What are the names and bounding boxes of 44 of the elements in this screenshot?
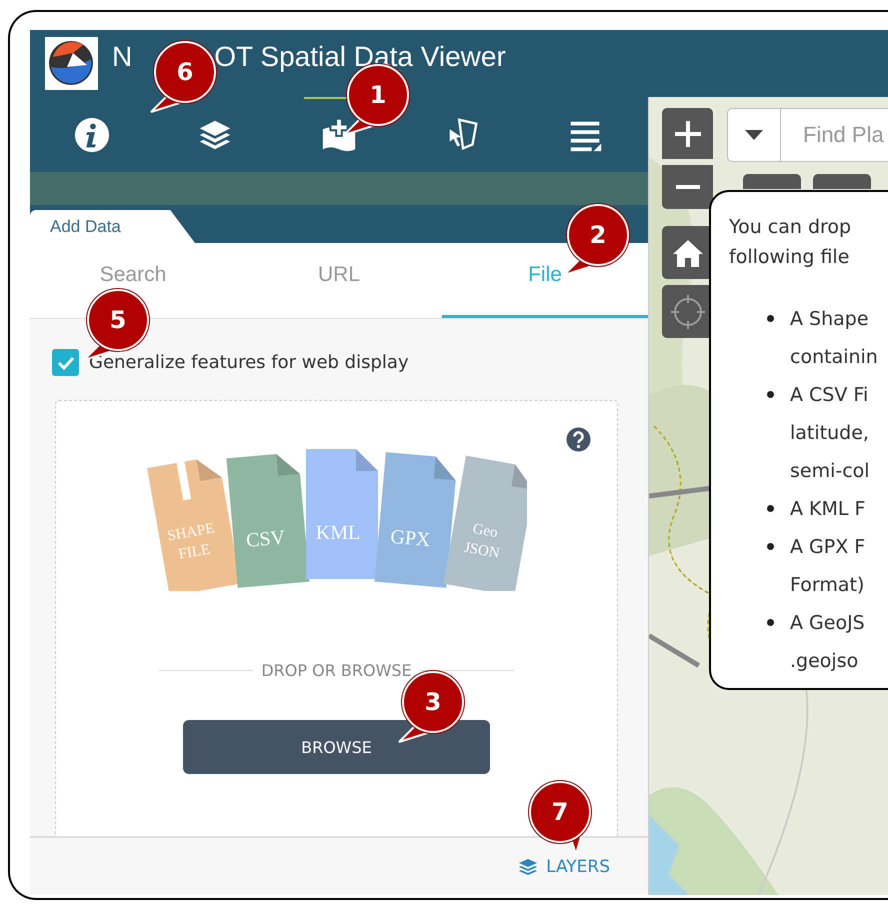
file-type-label: GPX (389, 526, 431, 552)
tooltip-text: semi-col (790, 459, 870, 484)
layers-link[interactable]: LAYERS (518, 856, 610, 876)
tooltip-text: containin (790, 345, 878, 370)
crosshair-icon (670, 294, 704, 328)
bullet-icon (767, 315, 774, 322)
file-type-label: KML (315, 522, 360, 544)
file-type-label: Geo JSON (462, 521, 500, 562)
app-title: N (112, 41, 132, 73)
checkbox-label: Generalize features for web display (89, 352, 409, 373)
caret-icon (745, 130, 763, 140)
layers-icon (518, 858, 538, 876)
help-icon[interactable] (566, 427, 591, 452)
plus-icon (672, 118, 702, 148)
bullet-icon (767, 543, 774, 550)
tooltip-text: latitude, (790, 421, 870, 446)
tooltip-text: You can drop (729, 215, 852, 240)
info-icon (72, 116, 111, 154)
tooltip-text: A GPX F (790, 535, 866, 560)
browse-button[interactable]: BROWSE (183, 720, 490, 774)
tooltip-text: A GeoJS (790, 611, 865, 636)
tooltip-text: .geojso (790, 649, 860, 674)
minus-icon (676, 185, 700, 189)
tooltip-text: Format) (790, 573, 866, 598)
search-source-dropdown[interactable] (727, 108, 781, 162)
home-icon (672, 238, 704, 268)
panel-title-tab[interactable]: Add Data (30, 210, 195, 243)
tooltip-text: A Shape (790, 307, 870, 332)
zoom-in-button[interactable] (662, 108, 713, 159)
bullet-icon (767, 505, 774, 512)
bullet-icon (767, 619, 774, 626)
logo-icon (45, 37, 98, 90)
tooltip-text: A CSV Fi (790, 383, 870, 408)
toolbar-button[interactable] (72, 116, 111, 154)
checkmark-icon (56, 356, 74, 370)
checkbox[interactable] (52, 349, 79, 376)
tab[interactable]: URL (236, 243, 442, 318)
search-field[interactable]: Find Pla (781, 108, 888, 162)
zoom-out-button[interactable] (662, 165, 713, 209)
tooltip-text: following file (729, 245, 850, 270)
file-type-label: SHAPE FILE (166, 520, 216, 563)
bullet-icon (767, 391, 774, 398)
file-type-label: CSV (244, 526, 286, 552)
tooltip-text: A KML F (790, 497, 866, 522)
